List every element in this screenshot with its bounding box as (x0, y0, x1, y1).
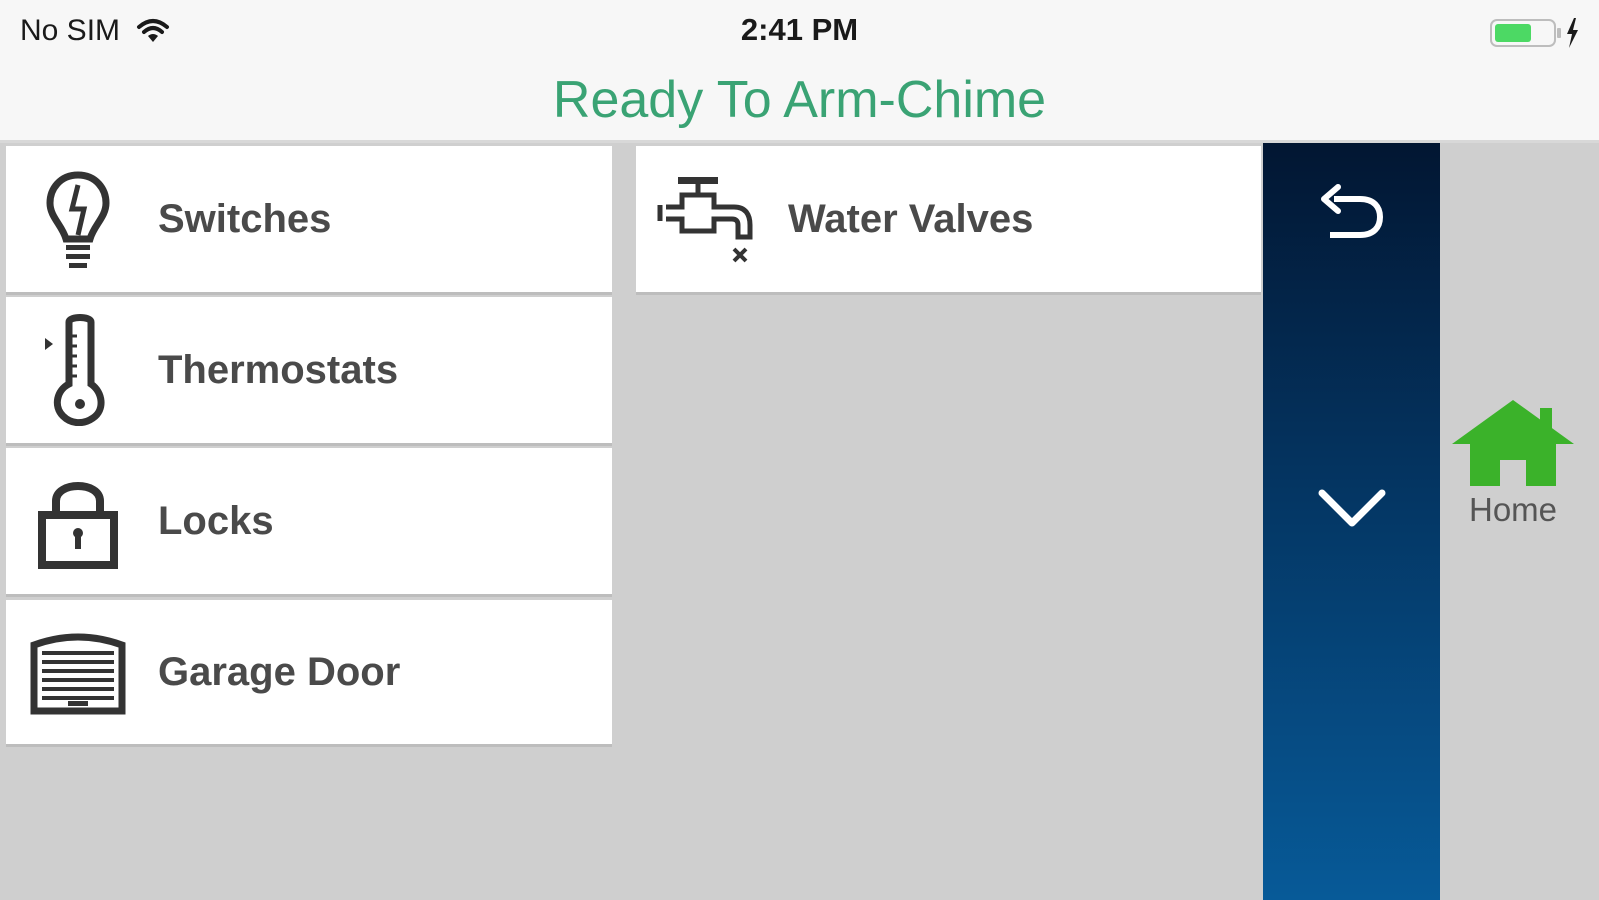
screen: No SIM 2:41 PM Ready To Arm-Chime Switch… (0, 0, 1599, 900)
home-label: Home (1468, 491, 1558, 528)
tile-thermostats[interactable]: Thermostats (6, 297, 612, 443)
chevron-down-icon (1318, 489, 1385, 527)
page-title: Ready To Arm-Chime (552, 71, 1047, 129)
home-icon (1452, 400, 1574, 486)
battery-charging-icon (1490, 18, 1578, 48)
home-button[interactable]: Home (1448, 398, 1578, 529)
lock-icon (26, 466, 130, 576)
tile-label: Thermostats (158, 347, 399, 392)
scroll-down-button[interactable] (1263, 448, 1440, 568)
tile-label: Locks (158, 498, 274, 543)
thermometer-icon (26, 314, 130, 426)
nav-column (1263, 143, 1440, 900)
tile-water-valves[interactable]: Water Valves (636, 146, 1261, 292)
tile-garage-door[interactable]: Garage Door (6, 600, 612, 744)
title-bar: Ready To Arm-Chime (0, 62, 1599, 143)
back-button[interactable] (1263, 153, 1440, 273)
status-bar: No SIM 2:41 PM (0, 0, 1599, 62)
tile-switches[interactable]: Switches (6, 146, 612, 292)
tile-locks[interactable]: Locks (6, 448, 612, 594)
back-arrow-icon (1320, 184, 1383, 238)
lightbulb-icon (26, 164, 130, 274)
tile-label: Garage Door (158, 649, 401, 694)
tile-label: Switches (158, 196, 332, 241)
battery-indicator (1481, 16, 1581, 50)
status-time: 2:41 PM (740, 12, 859, 47)
tile-label: Water Valves (788, 196, 1034, 241)
garage-door-icon (26, 618, 130, 728)
water-valve-icon (656, 164, 760, 274)
